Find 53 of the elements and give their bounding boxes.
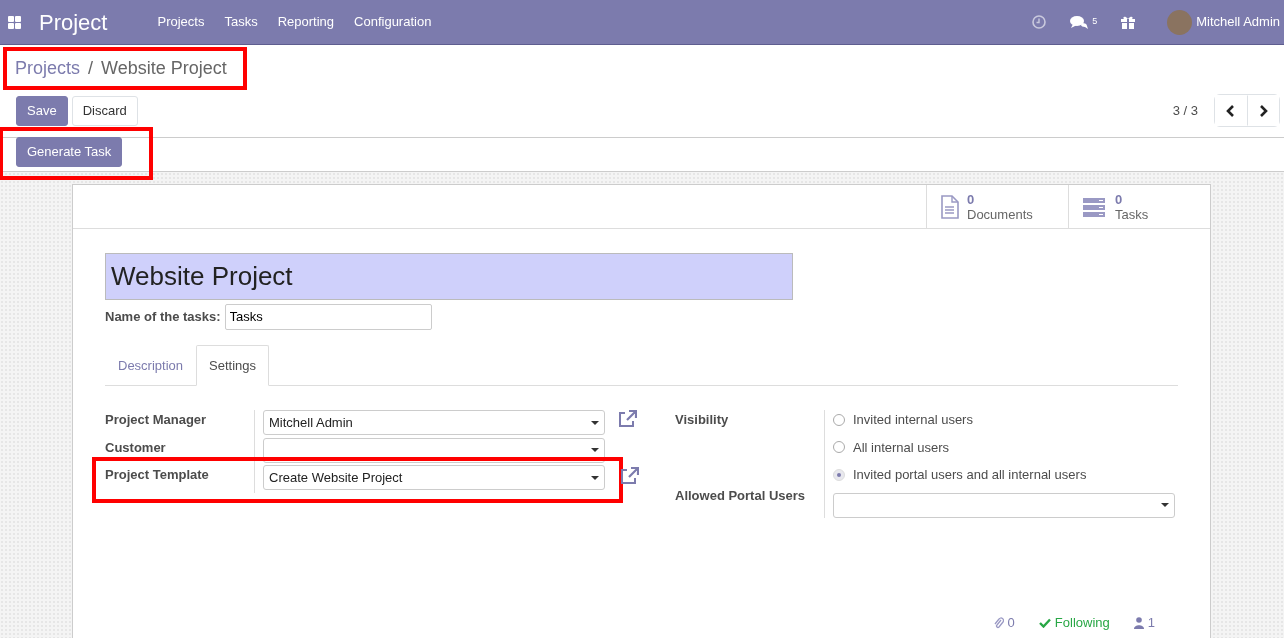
select-value: Create Website Project: [269, 468, 403, 487]
nav-menu-item[interactable]: Projects: [147, 12, 215, 32]
breadcrumb-current: Website Project: [101, 57, 227, 80]
clock-icon[interactable]: [1032, 15, 1047, 29]
nav-menu-item[interactable]: Tasks: [214, 12, 268, 32]
select-field[interactable]: [833, 492, 1175, 518]
document-icon: [941, 194, 959, 219]
select-value: Mitchell Admin: [269, 413, 353, 432]
breadcrumb-separator: /: [88, 57, 94, 80]
apps-menu-icon[interactable]: [8, 15, 21, 29]
select-field[interactable]: Mitchell Admin: [263, 410, 605, 435]
app-title: Project: [39, 8, 108, 37]
radio-label: All internal users: [853, 438, 950, 457]
user-menu[interactable]: Mitchell Admin: [1167, 9, 1280, 35]
tasks-name-label: Name of the tasks:: [105, 308, 221, 326]
avatar-placeholder: [1167, 9, 1193, 35]
project-name-field[interactable]: Website Project: [105, 253, 793, 300]
save-button[interactable]: Save: [16, 95, 68, 126]
nav-menu-item[interactable]: Configuration: [344, 12, 442, 32]
field-label: Project Manager: [105, 412, 207, 427]
nav-menu-item[interactable]: Reporting: [267, 12, 345, 32]
message-count: 5: [1092, 15, 1098, 28]
tab[interactable]: Description: [105, 344, 197, 386]
generate-task-button[interactable]: Generate Task: [16, 136, 123, 167]
person-icon: [1133, 616, 1144, 629]
pager-value: 3 / 3: [1172, 101, 1198, 120]
external-link-icon[interactable]: [619, 467, 639, 485]
gift-icon[interactable]: [1121, 15, 1136, 29]
select-field[interactable]: Create Website Project: [263, 465, 605, 490]
breadcrumb-link[interactable]: Projects: [15, 55, 81, 82]
stat-label: Tasks: [1115, 206, 1149, 222]
attachments-button[interactable]: 0: [993, 613, 1015, 633]
tab[interactable]: Settings: [196, 344, 269, 386]
stat-count: 0: [1115, 191, 1124, 207]
tasks-name-field[interactable]: Tasks: [224, 304, 432, 330]
discard-button[interactable]: Discard: [71, 95, 138, 126]
stat-label: Documents: [967, 206, 1033, 222]
radio-label: Invited internal users: [853, 411, 973, 429]
check-icon: [1038, 617, 1051, 628]
field-label: Visibility: [675, 411, 730, 429]
stat-count: 0: [967, 191, 976, 207]
field-label: Allowed Portal Users: [675, 487, 807, 505]
next-button[interactable]: [1247, 95, 1279, 126]
radio-label: Invited portal users and all internal users: [853, 466, 1087, 484]
followers-button[interactable]: 1: [1133, 613, 1155, 633]
list-icon: [1083, 196, 1107, 217]
paperclip-icon: [993, 616, 1004, 629]
field-label: Project Template: [105, 467, 209, 482]
external-link-icon[interactable]: [617, 410, 637, 428]
user-name: Mitchell Admin: [1196, 13, 1280, 32]
field-label: Customer: [105, 439, 166, 455]
following-button[interactable]: Following: [1038, 613, 1110, 633]
chat-bubbles-icon[interactable]: [1070, 15, 1089, 29]
